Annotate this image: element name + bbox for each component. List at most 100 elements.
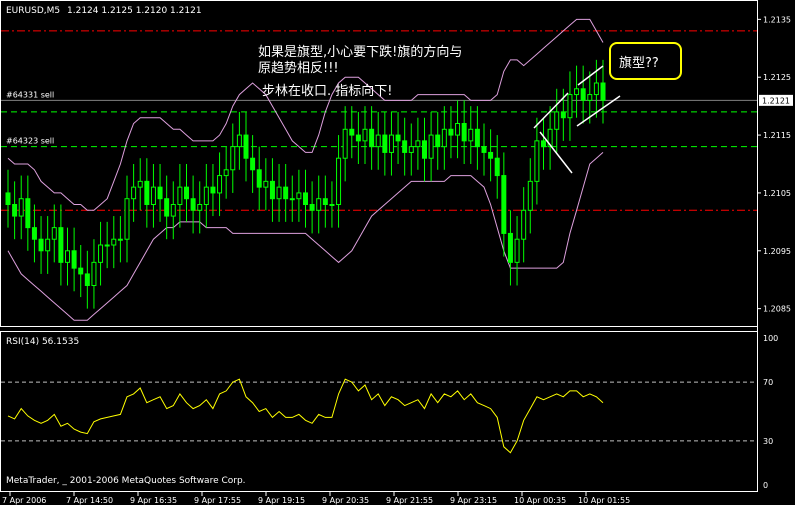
- candle-body: [210, 186, 216, 194]
- candle-body: [329, 204, 335, 206]
- candle-body: [58, 227, 64, 263]
- candle-body: [574, 88, 580, 96]
- candle-body: [593, 82, 599, 96]
- candle-body: [342, 128, 348, 159]
- candle: [45, 216, 51, 274]
- candle-body: [184, 186, 189, 200]
- candle: [349, 106, 355, 159]
- candle: [296, 169, 302, 222]
- symbol-label: EURUSD,M5: [6, 6, 60, 16]
- candle: [342, 106, 348, 182]
- annotation-line-2: 原趋势相反!!!: [258, 60, 339, 76]
- candle: [382, 111, 388, 176]
- candle-body: [276, 186, 282, 200]
- order-label: #64323 sell: [6, 137, 54, 146]
- candle: [435, 111, 441, 170]
- candle: [131, 164, 137, 222]
- candle-body: [289, 198, 295, 201]
- price-tick-label: 1.2085: [763, 305, 791, 314]
- candle: [600, 59, 606, 124]
- candle-body: [25, 198, 31, 229]
- candle: [84, 250, 90, 309]
- candle-body: [468, 128, 474, 142]
- candle-body: [12, 204, 18, 217]
- candle-body: [600, 82, 606, 101]
- time-tick-label: 7 Apr 2006: [2, 496, 46, 505]
- candle: [534, 117, 540, 205]
- candle: [468, 106, 474, 164]
- candle-body: [580, 88, 586, 101]
- candle: [65, 227, 70, 286]
- candle-body: [554, 111, 560, 130]
- candle: [203, 164, 209, 228]
- candle-body: [527, 180, 533, 211]
- candle-body: [474, 128, 480, 148]
- candle-body: [230, 146, 236, 171]
- candle: [177, 164, 183, 228]
- candle: [31, 204, 37, 263]
- candle-body: [51, 227, 57, 240]
- candle-body: [422, 140, 427, 159]
- candle-body: [190, 198, 196, 211]
- candle: [223, 146, 229, 199]
- trading-chart[interactable]: EURUSD,M5 1.2124 1.2125 1.2120 1.2121 1.…: [0, 0, 795, 505]
- candle: [415, 117, 421, 170]
- candle-body: [65, 250, 70, 263]
- candle: [501, 152, 507, 257]
- order-labels: #64331 sell #64323 sell: [6, 90, 54, 145]
- candle-body: [197, 204, 203, 211]
- time-tick-label: 9 Apr 21:55: [386, 496, 433, 505]
- candle: [157, 164, 163, 222]
- candle-body: [157, 186, 163, 200]
- candle-body: [269, 180, 275, 200]
- candle-body: [283, 186, 289, 200]
- candle-body: [355, 134, 361, 142]
- candle: [355, 111, 361, 164]
- candle: [124, 175, 130, 263]
- candle-body: [441, 128, 447, 148]
- candle-body: [309, 204, 315, 211]
- candle: [217, 152, 223, 217]
- candle: [230, 123, 236, 193]
- candle-body: [164, 198, 170, 217]
- rsi-tick-label: 100: [763, 334, 778, 343]
- candle-body: [336, 157, 342, 205]
- candle-body: [177, 186, 183, 205]
- candle: [111, 216, 117, 269]
- candle-body: [131, 186, 137, 200]
- rsi-panel-frame: [0, 331, 758, 492]
- candle: [388, 111, 394, 176]
- candle: [269, 158, 275, 222]
- candle-body: [408, 146, 414, 153]
- candle: [316, 175, 322, 234]
- candle-body: [435, 134, 441, 148]
- callout-text: 旗型??: [619, 55, 659, 71]
- annotation-line-1: 如果是旗型,小心要下跌!旗的方向与: [258, 44, 462, 60]
- candle-body: [415, 140, 421, 148]
- copyright-footer: MetaTrader, _ 2001-2006 MetaQuotes Softw…: [6, 476, 246, 486]
- candle-body: [18, 198, 24, 217]
- candle: [144, 158, 150, 228]
- rsi-tick-label: 30: [763, 437, 773, 446]
- price-tick-label: 1.2095: [763, 247, 791, 256]
- candle: [283, 164, 289, 222]
- candle-body: [78, 267, 84, 275]
- candle-body: [455, 123, 461, 136]
- time-tick-label: 10 Apr 00:35: [514, 496, 566, 505]
- candle-body: [111, 238, 117, 246]
- candle: [329, 181, 335, 228]
- time-tick-label: 9 Apr 20:35: [322, 496, 369, 505]
- candle-body: [98, 244, 104, 263]
- candle: [481, 123, 487, 176]
- candle: [137, 158, 143, 211]
- flag-pole-line-2: [539, 131, 573, 174]
- candle: [91, 239, 97, 309]
- candle-body: [250, 157, 256, 171]
- candle: [375, 111, 381, 170]
- candle-body: [428, 134, 434, 159]
- candle: [256, 146, 262, 211]
- rsi-levels: [1, 381, 757, 442]
- candle-body: [137, 180, 143, 188]
- candle: [574, 65, 580, 118]
- candle: [117, 216, 123, 263]
